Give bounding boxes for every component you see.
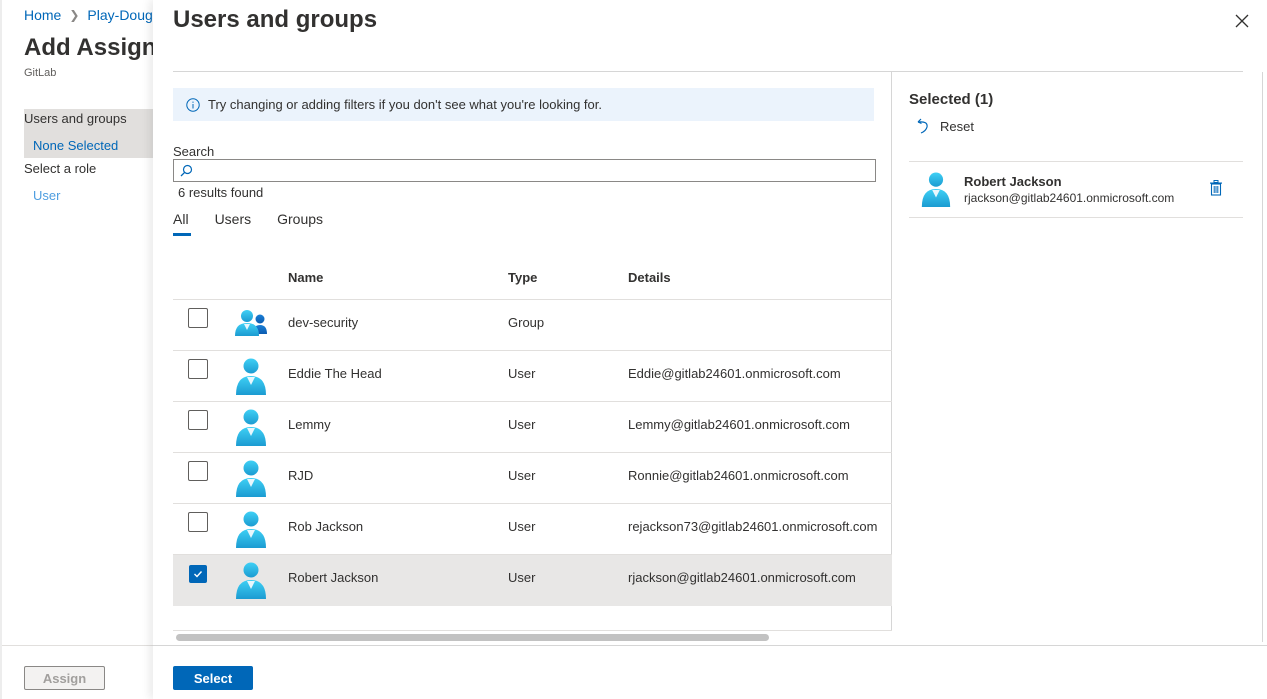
row-details: rjackson@gitlab24601.onmicrosoft.com [628, 570, 856, 585]
row-details: Ronnie@gitlab24601.onmicrosoft.com [628, 468, 849, 483]
row-details: rejackson73@gitlab24601.onmicrosoft.com [628, 519, 878, 534]
scrollbar-thumb[interactable] [176, 634, 769, 641]
table-row[interactable]: Lemmy User Lemmy@gitlab24601.onmicrosoft… [173, 402, 892, 453]
step-select-role-value[interactable]: User [33, 188, 60, 203]
filter-tabs: All Users Groups [173, 209, 349, 236]
column-header-type[interactable]: Type [508, 270, 537, 285]
trash-icon[interactable] [1209, 180, 1223, 196]
results-table: Name Type Details dev-security Group Edd… [173, 258, 892, 606]
tab-groups[interactable]: Groups [277, 209, 323, 235]
user-icon [236, 562, 266, 599]
row-checkbox[interactable] [188, 461, 208, 481]
select-button[interactable]: Select [173, 666, 253, 690]
footer-divider [153, 645, 1267, 646]
reset-label: Reset [940, 118, 974, 134]
close-button[interactable] [1231, 10, 1253, 32]
row-type: User [508, 366, 536, 381]
divider [2, 645, 162, 646]
user-icon [236, 460, 266, 497]
row-name: Eddie The Head [288, 366, 382, 381]
close-icon [1235, 14, 1249, 28]
breadcrumb-play-dough[interactable]: Play-Dough [87, 7, 160, 23]
row-checkbox[interactable] [188, 308, 208, 328]
undo-icon [917, 118, 928, 134]
users-and-groups-panel: Users and groups Try changing or adding … [153, 0, 1267, 699]
column-header-details[interactable]: Details [628, 270, 671, 285]
search-box[interactable] [173, 159, 876, 182]
row-name: Robert Jackson [288, 570, 379, 585]
selected-title: Selected (1) [909, 91, 994, 108]
user-icon [236, 511, 266, 548]
info-icon [186, 97, 200, 112]
row-details: Lemmy@gitlab24601.onmicrosoft.com [628, 417, 851, 432]
row-type: User [508, 570, 536, 585]
step-select-role-label[interactable]: Select a role [24, 161, 96, 176]
step-users-and-groups-label[interactable]: Users and groups [24, 111, 127, 126]
table-row[interactable]: Rob Jackson User rejackson73@gitlab24601… [173, 504, 892, 555]
table-row[interactable]: RJD User Ronnie@gitlab24601.onmicrosoft.… [173, 453, 892, 504]
row-details: Eddie@gitlab24601.onmicrosoft.com [628, 366, 841, 381]
info-banner: Try changing or adding filters if you do… [173, 88, 874, 121]
horizontal-scrollbar[interactable] [173, 630, 892, 642]
table-row-selected[interactable]: Robert Jackson User rjackson@gitlab24601… [173, 555, 892, 606]
selected-item-name: Robert Jackson [964, 174, 1062, 189]
selected-item: Robert Jackson rjackson@gitlab24601.onmi… [909, 162, 1243, 218]
row-checkbox[interactable] [188, 512, 208, 532]
search-results-column: Try changing or adding filters if you do… [173, 72, 892, 642]
search-icon [180, 164, 193, 177]
search-label: Search [173, 144, 215, 159]
panel-edge [1262, 72, 1263, 642]
row-checkbox[interactable] [188, 410, 208, 430]
results-count: 6 results found [178, 185, 264, 200]
selected-column: Selected (1) Reset Robert Jackson rjacks… [892, 72, 1243, 642]
row-type: User [508, 417, 536, 432]
tab-all[interactable]: All [173, 209, 191, 236]
row-name: RJD [288, 468, 314, 483]
row-name: Rob Jackson [288, 519, 364, 534]
row-name: dev-security [288, 315, 359, 330]
user-icon [921, 172, 951, 207]
row-name: Lemmy [288, 417, 331, 432]
table-row[interactable]: dev-security Group [173, 300, 892, 351]
user-icon [236, 409, 266, 446]
assign-button[interactable]: Assign [24, 666, 105, 690]
table-header: Name Type Details [173, 258, 892, 300]
row-checkbox[interactable] [188, 359, 208, 379]
chevron-right-icon: ❯ [69, 8, 80, 22]
step-users-and-groups-value[interactable]: None Selected [33, 138, 118, 153]
group-icon [235, 310, 267, 336]
reset-button[interactable]: Reset [916, 118, 974, 134]
breadcrumb-home[interactable]: Home [24, 7, 61, 23]
row-type: User [508, 468, 536, 483]
search-input[interactable] [193, 160, 875, 181]
table-row[interactable]: Eddie The Head User Eddie@gitlab24601.on… [173, 351, 892, 402]
selected-list: Robert Jackson rjackson@gitlab24601.onmi… [909, 161, 1243, 218]
selected-item-email: rjackson@gitlab24601.onmicrosoft.com [964, 191, 1175, 205]
row-checkbox-checked[interactable] [189, 565, 207, 583]
column-header-name[interactable]: Name [288, 270, 323, 285]
tab-users[interactable]: Users [215, 209, 252, 235]
row-type: User [508, 519, 536, 534]
row-type: Group [508, 315, 545, 330]
user-icon [236, 358, 266, 395]
breadcrumb: Home ❯ Play-Dough [24, 7, 161, 23]
checkmark-icon [194, 571, 203, 578]
info-message: Try changing or adding filters if you do… [208, 97, 602, 112]
panel-title: Users and groups [173, 6, 378, 33]
blade-subtitle: GitLab [24, 67, 57, 79]
